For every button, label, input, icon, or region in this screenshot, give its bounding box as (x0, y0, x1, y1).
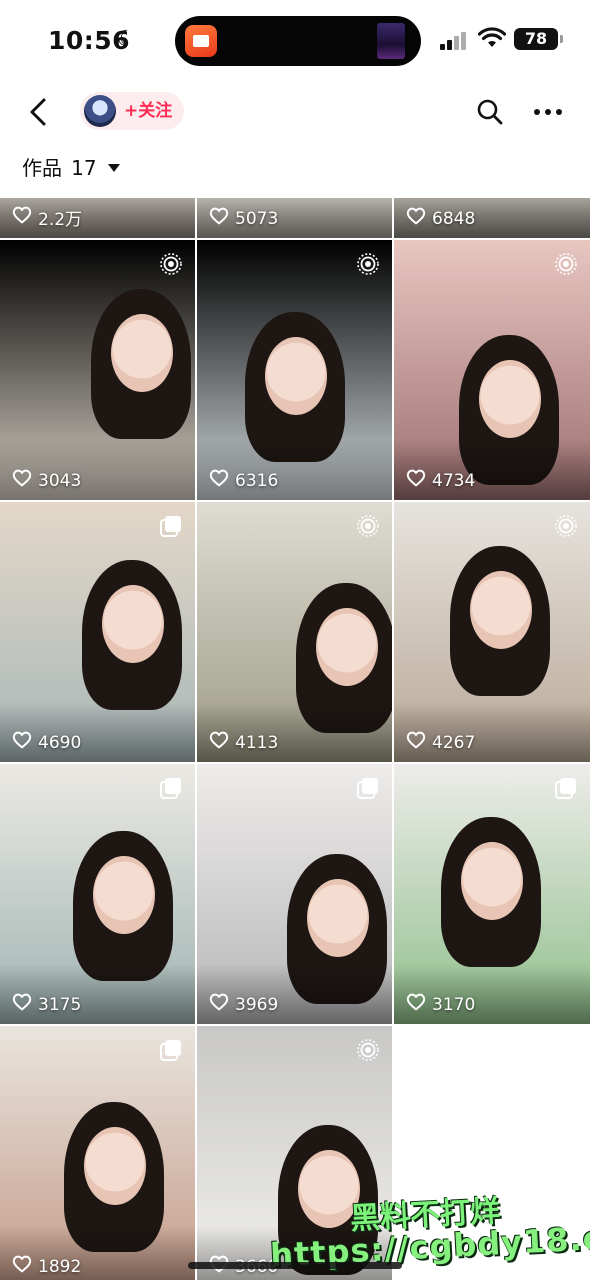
avatar[interactable] (84, 95, 116, 127)
multi-image-icon (159, 776, 183, 800)
like-count-value: 4113 (235, 732, 279, 753)
like-count-value: 2.2万 (38, 210, 83, 230)
follow-button[interactable]: +关注 (80, 92, 185, 130)
video-thumbnail[interactable]: 4267 (394, 502, 590, 762)
heart-icon (12, 993, 38, 1016)
live-photo-icon (356, 252, 380, 276)
video-thumbnail[interactable]: 6848 (394, 198, 590, 238)
nav-bar: +关注 (0, 80, 590, 144)
live-photo-icon (554, 252, 578, 276)
like-count: 4113 (209, 731, 278, 754)
like-count: 1892 (12, 1255, 81, 1278)
video-thumbnail[interactable]: 4734 (394, 240, 590, 500)
video-thumbnail[interactable]: 2.2万 (0, 198, 195, 238)
like-count: 4734 (406, 469, 475, 492)
moon-icon: ☾ (116, 27, 136, 52)
multi-image-icon (554, 776, 578, 800)
status-bar: 10:56 ☾ 78 (0, 0, 590, 80)
thumbnail-face (479, 360, 541, 438)
like-count-value: 1892 (38, 1256, 82, 1277)
search-icon[interactable] (474, 96, 506, 128)
live-photo-icon (356, 514, 380, 538)
video-thumbnail[interactable]: 3969 (197, 764, 392, 1024)
like-count: 5073 (209, 207, 278, 230)
heart-icon (209, 731, 235, 754)
app-icon[interactable] (185, 25, 217, 57)
like-count: 6316 (209, 469, 278, 492)
like-count-value: 5073 (235, 208, 279, 229)
video-thumbnail[interactable]: 3170 (394, 764, 590, 1024)
heart-icon (209, 993, 235, 1016)
video-thumbnail[interactable]: 3175 (0, 764, 195, 1024)
thumbnail-face (111, 314, 173, 392)
follow-label: +关注 (124, 101, 173, 121)
thumbnail-face (265, 337, 327, 415)
thumbnail-face (102, 585, 164, 663)
thumbnail-face (93, 856, 155, 934)
heart-icon (12, 469, 38, 492)
heart-icon (12, 1255, 38, 1278)
heart-icon (406, 207, 432, 230)
works-count: 17 (71, 156, 97, 180)
live-photo-icon (554, 514, 578, 538)
battery-icon: 78 (514, 28, 563, 50)
like-count-value: 4734 (432, 470, 476, 491)
like-count-value: 4690 (38, 732, 82, 753)
cellular-signal-icon (440, 30, 468, 50)
like-count-value: 3170 (432, 994, 476, 1015)
like-count-value: 3969 (235, 994, 279, 1015)
thumbnail-face (84, 1127, 146, 1205)
heart-icon (12, 206, 38, 229)
heart-icon (406, 993, 432, 1016)
battery-level: 78 (524, 29, 548, 48)
video-thumbnail[interactable]: 6316 (197, 240, 392, 500)
media-thumbnail[interactable] (377, 23, 405, 59)
chevron-left-icon[interactable] (22, 94, 58, 130)
heart-icon (209, 207, 235, 230)
video-thumbnail[interactable]: 5073 (197, 198, 392, 238)
wifi-icon (478, 27, 506, 47)
heart-icon (406, 731, 432, 754)
like-count-value: 3043 (38, 470, 82, 491)
caret-down-icon (107, 164, 120, 172)
thumbnail-face (470, 571, 532, 649)
more-icon[interactable] (532, 96, 564, 128)
video-thumbnail[interactable]: 4690 (0, 502, 195, 762)
like-count-value: 3175 (38, 994, 82, 1015)
works-label: 作品 (22, 156, 62, 180)
dynamic-island[interactable] (175, 16, 421, 66)
like-count: 6848 (406, 207, 475, 230)
live-photo-icon (159, 252, 183, 276)
thumbnail-face (307, 879, 369, 957)
like-count-value: 6316 (235, 470, 279, 491)
home-indicator (188, 1262, 402, 1269)
thumbnail-face (316, 608, 378, 686)
video-thumbnail[interactable]: 1892 (0, 1026, 195, 1280)
heart-icon (406, 469, 432, 492)
like-count-value: 4267 (432, 732, 476, 753)
multi-image-icon (356, 776, 380, 800)
live-photo-icon (356, 1038, 380, 1062)
video-thumbnail[interactable]: 3043 (0, 240, 195, 500)
like-count: 4267 (406, 731, 475, 754)
like-count: 2.2万 (12, 205, 82, 230)
video-thumbnail[interactable]: 4113 (197, 502, 392, 762)
heart-icon (209, 469, 235, 492)
multi-image-icon (159, 1038, 183, 1062)
like-count: 3175 (12, 993, 81, 1016)
like-count: 3969 (209, 993, 278, 1016)
like-count: 3170 (406, 993, 475, 1016)
works-filter[interactable]: 作品 17 (22, 152, 120, 186)
like-count: 4690 (12, 731, 81, 754)
like-count: 3043 (12, 469, 81, 492)
like-count-value: 6848 (432, 208, 476, 229)
thumbnail-face (461, 842, 523, 920)
heart-icon (12, 731, 38, 754)
multi-image-icon (159, 514, 183, 538)
